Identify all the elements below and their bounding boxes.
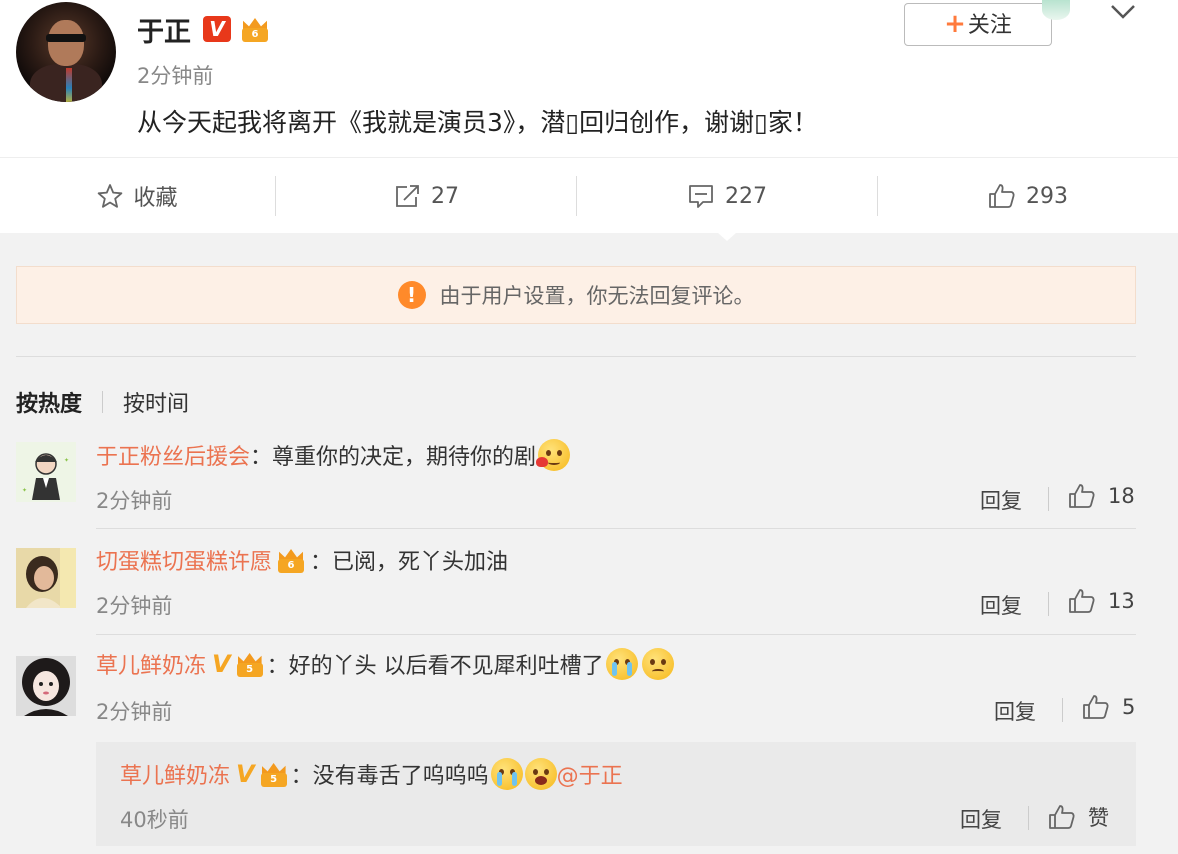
comment-like-button[interactable]: 18: [1068, 483, 1135, 509]
commenter-name[interactable]: 于正粉丝后援会: [96, 439, 250, 471]
comment-time: 2分钟前: [96, 489, 173, 513]
favorite-button[interactable]: 收藏: [0, 158, 275, 234]
post-time: 2分钟前: [137, 64, 214, 88]
thumbs-up-icon: [989, 184, 1015, 208]
sort-by-time[interactable]: 按时间: [123, 386, 189, 418]
drooling-emoji-icon: [536, 439, 571, 471]
vip-crown-icon: 5: [235, 651, 265, 677]
comment-like-button[interactable]: 5: [1082, 694, 1135, 720]
chevron-down-icon[interactable]: [1109, 0, 1137, 24]
commenter-name[interactable]: 草儿鲜奶冻: [120, 758, 230, 790]
weibo-post: 于正 V 6 2分钟前 从今天起我将离开《我就是演员3》，潜▯回归创作，谢谢▯家…: [0, 0, 1178, 157]
active-tab-caret: [718, 233, 736, 241]
reply-restricted-notice: ! 由于用户设置，你无法回复评论。: [16, 266, 1136, 324]
thumbs-up-icon: [1069, 484, 1095, 508]
sub-reply: 草儿鲜奶冻 V 5 ：没有毒舌了呜呜呜 @于正 40秒前 回复 赞: [96, 742, 1136, 846]
comment-item: 切蛋糕切蛋糕许愿 6 ：已阅，死丫头加油 2分钟前 回复 13: [0, 530, 1178, 634]
share-icon: [396, 185, 419, 207]
comment-time: 2分钟前: [96, 594, 173, 618]
comment-like-count: 18: [1108, 484, 1135, 508]
like-label: 赞: [1088, 806, 1109, 830]
commenter-avatar[interactable]: [16, 548, 76, 608]
thumbs-up-icon: [1069, 589, 1095, 613]
repost-button[interactable]: 27: [276, 158, 576, 234]
divider: [96, 634, 1136, 635]
vip-crown-icon: 6: [240, 16, 270, 42]
commenter-avatar[interactable]: ✦ ✦: [16, 442, 76, 502]
crying-emoji-icon: [490, 758, 523, 790]
favorite-label: 收藏: [133, 186, 178, 211]
commenter-name[interactable]: 切蛋糕切蛋糕许愿: [96, 544, 272, 576]
notice-text: 由于用户设置，你无法回复评论。: [439, 284, 755, 308]
comment-like-count: 13: [1108, 589, 1135, 613]
comment-count: 227: [725, 183, 767, 209]
svg-text:✦: ✦: [22, 487, 27, 494]
comment-time: 2分钟前: [96, 700, 173, 724]
sort-by-hot[interactable]: 按热度: [16, 386, 82, 418]
sad-emoji-icon: [641, 648, 674, 680]
comment-content: 于正粉丝后援会 ：尊重你的决定，期待你的剧: [96, 439, 571, 471]
sub-reply-content: 草儿鲜奶冻 V 5 ：没有毒舌了呜呜呜 @于正: [120, 758, 623, 790]
follow-button[interactable]: +关注: [904, 3, 1052, 46]
sub-reply-like-button[interactable]: 赞: [1048, 802, 1109, 832]
comment-icon: [689, 185, 713, 208]
repost-count: 27: [431, 183, 459, 209]
svg-text:✦: ✦: [64, 457, 69, 464]
follow-label: 关注: [967, 13, 1012, 38]
commenter-name[interactable]: 草儿鲜奶冻: [96, 648, 206, 680]
comment-like-button[interactable]: 13: [1068, 588, 1135, 614]
comment-button[interactable]: 227: [577, 158, 877, 234]
divider: [96, 528, 1136, 529]
reply-button[interactable]: 回复: [960, 804, 1002, 834]
vip-crown-icon: 5: [259, 761, 289, 787]
verified-v-icon: V: [212, 650, 231, 678]
divider: [102, 391, 104, 413]
warning-icon: !: [397, 281, 426, 309]
like-button[interactable]: 293: [878, 158, 1178, 234]
decoration-icon: [1042, 0, 1070, 20]
post-action-bar: 收藏 27 227 293: [0, 157, 1178, 233]
reply-button[interactable]: 回复: [980, 485, 1022, 515]
comment-text: ：好的丫头 以后看不见犀利吐槽了: [266, 654, 604, 679]
reply-button[interactable]: 回复: [980, 590, 1022, 620]
divider: [1028, 806, 1029, 830]
wailing-emoji-icon: [524, 758, 557, 790]
mention-link[interactable]: @于正: [557, 758, 623, 790]
star-icon: [98, 184, 123, 208]
verified-v-icon: V: [236, 760, 255, 788]
comment-like-count: 5: [1122, 695, 1136, 719]
plus-icon: +: [944, 9, 966, 39]
divider: [1048, 487, 1049, 511]
commenter-avatar[interactable]: [16, 656, 76, 716]
author-avatar[interactable]: [16, 2, 116, 102]
vip-crown-icon: 6: [276, 547, 306, 573]
thumbs-up-icon: [1049, 805, 1075, 829]
divider: [16, 356, 1136, 357]
divider: [1048, 592, 1049, 616]
thumbs-up-icon: [1083, 695, 1109, 719]
verified-v-icon: V: [203, 16, 231, 42]
sub-reply-text: ：没有毒舌了呜呜呜: [290, 764, 489, 789]
divider: [1062, 698, 1063, 722]
comment-sort: 按热度 按时间: [16, 386, 189, 418]
post-text: 从今天起我将离开《我就是演员3》，潜▯回归创作，谢谢▯家！: [137, 108, 818, 137]
comment-text: ：已阅，死丫头加油: [310, 550, 509, 575]
sub-reply-time: 40秒前: [120, 808, 189, 832]
comment-item: 草儿鲜奶冻 V 5 ：好的丫头 以后看不见犀利吐槽了 2分钟前 回复 5: [0, 636, 1178, 740]
reply-button[interactable]: 回复: [994, 696, 1036, 726]
comment-text: ：尊重你的决定，期待你的剧: [250, 445, 537, 470]
crying-emoji-icon: [605, 648, 638, 680]
comment-content: 切蛋糕切蛋糕许愿 6 ：已阅，死丫头加油: [96, 544, 508, 576]
comment-item: ✦ ✦ 于正粉丝后援会 ：尊重你的决定，期待你的剧 2分钟前 回复 18: [0, 425, 1178, 529]
comment-content: 草儿鲜奶冻 V 5 ：好的丫头 以后看不见犀利吐槽了: [96, 648, 674, 680]
author-name[interactable]: 于正: [137, 10, 191, 49]
like-count: 293: [1026, 183, 1068, 209]
